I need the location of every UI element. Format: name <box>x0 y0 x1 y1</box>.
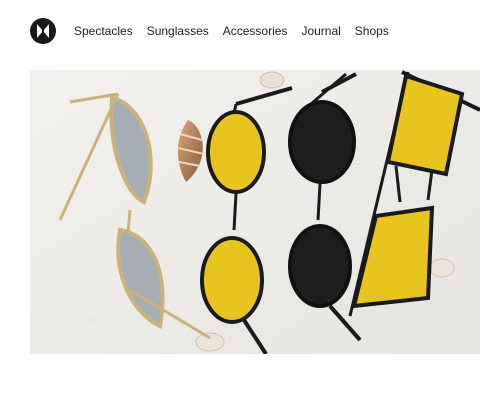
shell-right <box>429 258 455 278</box>
nav-item-spectacles[interactable]: Spectacles <box>74 24 133 38</box>
nav-item-accessories[interactable]: Accessories <box>223 24 288 38</box>
nav-item-journal[interactable]: Journal <box>301 24 340 38</box>
shell-top <box>259 71 285 89</box>
nav-item-sunglasses[interactable]: Sunglasses <box>147 24 209 38</box>
shell-bottom-left <box>195 332 225 352</box>
site-header: Spectacles Sunglasses Accessories Journa… <box>0 0 480 64</box>
nav-item-shops[interactable]: Shops <box>355 24 389 38</box>
hero-image[interactable] <box>30 70 480 354</box>
brand-logo-icon[interactable] <box>30 18 56 44</box>
main-nav: Spectacles Sunglasses Accessories Journa… <box>74 24 389 38</box>
